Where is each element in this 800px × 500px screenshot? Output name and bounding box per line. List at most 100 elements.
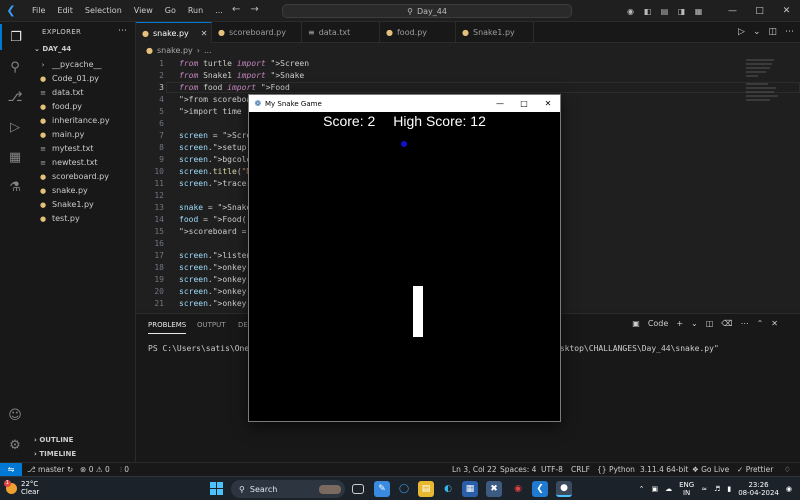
maximize-icon[interactable]: □ xyxy=(746,6,773,16)
game-minimize-icon[interactable]: — xyxy=(488,99,512,108)
volume-icon[interactable]: ♬ xyxy=(714,485,720,493)
tab-close-icon[interactable]: ✕ xyxy=(201,29,208,38)
notifications-bell-icon[interactable]: ♢ xyxy=(784,465,791,474)
toggle-sidebar-icon[interactable]: ◧ xyxy=(639,7,656,16)
breadcrumb-file[interactable]: snake.py xyxy=(157,46,193,55)
indentation[interactable]: Spaces: 4 xyxy=(500,465,536,474)
run-debug-icon[interactable]: ▷ xyxy=(0,114,30,140)
chevron-down-icon[interactable]: ⌄ xyxy=(691,319,698,328)
file-item[interactable]: › __pycache__ xyxy=(38,58,136,71)
clock[interactable]: 23:26 08-04-2024 xyxy=(738,481,779,497)
cloud-icon[interactable]: ☁ xyxy=(665,485,672,493)
snipping-tool-icon[interactable]: ✖ xyxy=(486,481,502,497)
manage-gear-icon[interactable]: ⚙ xyxy=(0,432,30,458)
toggle-secondary-sidebar-icon[interactable]: ◨ xyxy=(673,7,690,16)
battery-icon[interactable]: ▮ xyxy=(727,485,731,493)
file-item[interactable]: ≡ mytest.txt xyxy=(38,142,136,155)
terminal-prompt[interactable]: PS C:\Users\satis\OneD xyxy=(148,344,254,353)
menu-edit[interactable]: Edit xyxy=(51,6,79,15)
notification-center-icon[interactable]: ◉ xyxy=(786,485,792,493)
problems-item[interactable]: ⊗ 0 ⚠ 0 xyxy=(80,465,110,474)
outline-section[interactable]: › OUTLINE xyxy=(34,436,73,444)
terminal-label[interactable]: Code xyxy=(648,319,668,328)
command-center-search[interactable]: ⚲ Day_44 xyxy=(282,4,572,18)
file-item[interactable]: ● Snake1.py xyxy=(38,198,136,211)
source-control-icon[interactable]: ⎇ xyxy=(0,84,30,110)
branch-item[interactable]: ⎇ master ↻ xyxy=(27,465,73,474)
extensions-icon[interactable]: ▦ xyxy=(0,144,30,170)
testing-icon[interactable]: ⚗ xyxy=(0,174,30,200)
cortana-ring-icon[interactable]: ◯ xyxy=(396,481,412,497)
app-pen-icon[interactable]: ✎ xyxy=(374,481,390,497)
python-turtle-taskbar-icon[interactable]: ● xyxy=(556,481,572,497)
menu-go[interactable]: Go xyxy=(159,6,182,15)
tab-scoreboard-py[interactable]: ● scoreboard.py xyxy=(212,22,302,43)
toggle-panel-icon[interactable]: ▤ xyxy=(656,7,673,16)
interpreter[interactable]: 3.11.4 64-bit xyxy=(640,465,688,474)
menu-file[interactable]: File xyxy=(26,6,51,15)
chrome-icon[interactable]: ◉ xyxy=(510,481,526,497)
new-terminal-icon[interactable]: + xyxy=(676,319,683,328)
account-icon[interactable]: ☺ xyxy=(0,402,30,428)
split-terminal-icon[interactable]: ◫ xyxy=(706,319,714,328)
more-actions-icon[interactable]: ⋯ xyxy=(785,27,794,37)
copilot-icon[interactable]: ◉ xyxy=(622,7,639,16)
store-icon[interactable]: ▦ xyxy=(462,481,478,497)
tab-data-txt[interactable]: ≡ data.txt xyxy=(302,22,380,43)
panel-tab-output[interactable]: OUTPUT xyxy=(197,321,226,329)
menu-more[interactable]: ... xyxy=(209,6,229,15)
file-item[interactable]: ● food.py xyxy=(38,100,136,113)
file-explorer-icon[interactable]: ▤ xyxy=(418,481,434,497)
tab-snake-py[interactable]: ● snake.py ✕ xyxy=(136,22,212,43)
language-mode[interactable]: {} Python xyxy=(597,465,635,474)
tab-snake1-py[interactable]: ● Snake1.py xyxy=(456,22,534,43)
file-item[interactable]: ● main.py xyxy=(38,128,136,141)
prettier[interactable]: ✓ Prettier xyxy=(737,465,773,474)
encoding[interactable]: UTF-8 xyxy=(541,465,563,474)
game-window-titlebar[interactable]: ❁ My Snake Game — □ ✕ xyxy=(249,95,560,112)
chevron-down-icon[interactable]: ⌄ xyxy=(753,27,761,37)
task-view-icon[interactable] xyxy=(352,484,364,494)
file-item[interactable]: ≡ newtest.txt xyxy=(38,156,136,169)
go-live[interactable]: ❖ Go Live xyxy=(692,465,729,474)
run-python-icon[interactable]: ▷ xyxy=(738,27,745,37)
file-item[interactable]: ● Code_01.py xyxy=(38,72,136,85)
close-icon[interactable]: ✕ xyxy=(773,6,800,16)
cursor-position[interactable]: Ln 3, Col 22 xyxy=(452,465,497,474)
forward-arrow-icon[interactable]: → xyxy=(250,4,258,15)
file-item[interactable]: ● snake.py xyxy=(38,184,136,197)
file-item[interactable]: ● test.py xyxy=(38,212,136,225)
edge-icon[interactable]: ◐ xyxy=(440,481,456,497)
tab-food-py[interactable]: ● food.py xyxy=(380,22,456,43)
minimize-icon[interactable]: — xyxy=(719,6,746,16)
chevron-up-icon[interactable]: ⌃ xyxy=(639,485,645,493)
split-editor-icon[interactable]: ◫ xyxy=(768,27,777,37)
minimap[interactable] xyxy=(746,59,786,119)
taskbar-search[interactable]: ⚲ Search xyxy=(231,480,345,498)
search-view-icon[interactable]: ⚲ xyxy=(0,54,30,80)
back-arrow-icon[interactable]: ← xyxy=(232,4,240,15)
language-indicator[interactable]: ENG IN xyxy=(679,481,694,497)
weather-widget[interactable]: 1 22°C Clear xyxy=(4,479,39,496)
ports-item[interactable]: ⫶ 0 xyxy=(120,465,129,475)
game-canvas[interactable]: Score: 2 High Score: 12 xyxy=(250,112,559,421)
panel-tab-problems[interactable]: PROBLEMS xyxy=(148,321,187,334)
explorer-icon[interactable]: ❐ xyxy=(0,24,30,50)
game-close-icon[interactable]: ✕ xyxy=(536,99,560,108)
trash-icon[interactable]: ⌫ xyxy=(721,319,732,328)
breadcrumb-more[interactable]: ... xyxy=(204,46,212,55)
vscode-taskbar-icon[interactable]: ❮ xyxy=(532,481,548,497)
close-panel-icon[interactable]: ✕ xyxy=(771,319,778,328)
tray-app-icon[interactable]: ▣ xyxy=(651,485,658,493)
timeline-section[interactable]: › TIMELINE xyxy=(34,450,76,458)
file-item[interactable]: ≡ data.txt xyxy=(38,86,136,99)
maximize-panel-icon[interactable]: ⌃ xyxy=(757,319,764,328)
menu-view[interactable]: View xyxy=(128,6,159,15)
game-maximize-icon[interactable]: □ xyxy=(512,99,536,108)
workspace-folder[interactable]: ⌄ DAY_44 xyxy=(34,45,71,53)
line-ending[interactable]: CRLF xyxy=(571,465,590,474)
more-actions-icon[interactable]: ⋯ xyxy=(741,319,749,328)
wifi-icon[interactable]: ≈ xyxy=(701,485,707,493)
explorer-more-icon[interactable]: ⋯ xyxy=(118,26,127,36)
menu-selection[interactable]: Selection xyxy=(79,6,128,15)
